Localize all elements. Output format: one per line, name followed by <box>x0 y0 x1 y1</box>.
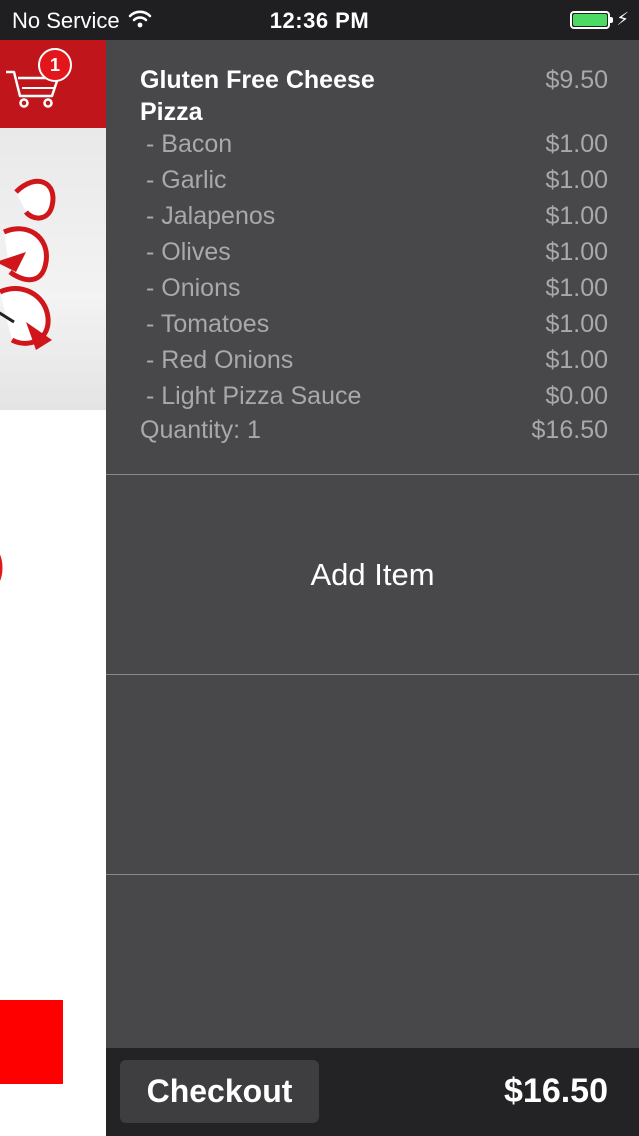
charging-bolt-icon: ⚡︎ <box>616 9 629 29</box>
option-row: - Bacon $1.00 <box>146 126 608 162</box>
status-right: ⚡︎ <box>570 9 629 30</box>
checkout-bar: Checkout $16.50 <box>106 1048 639 1136</box>
cart-item[interactable]: Gluten Free Cheese Pizza $9.50 - Bacon $… <box>106 40 639 475</box>
item-options-list: - Bacon $1.00 - Garlic $1.00 - Jalapenos… <box>146 126 608 414</box>
hero-banner <box>0 128 106 410</box>
option-row: - Red Onions $1.00 <box>146 342 608 378</box>
option-price: $1.00 <box>545 166 608 194</box>
status-bar: No Service 12:36 PM ⚡︎ <box>0 0 639 40</box>
add-item-button[interactable]: Add Item <box>106 475 639 675</box>
item-price: $9.50 <box>545 66 608 94</box>
option-price: $1.00 <box>545 310 608 338</box>
item-line-total: $16.50 <box>531 416 608 444</box>
option-price: $1.00 <box>545 202 608 230</box>
option-row: - Garlic $1.00 <box>146 162 608 198</box>
empty-cart-row <box>106 675 639 875</box>
option-label: - Light Pizza Sauce <box>146 382 362 410</box>
option-price: $0.00 <box>545 382 608 410</box>
option-row: - Olives $1.00 <box>146 234 608 270</box>
partial-red-button[interactable] <box>0 1000 63 1084</box>
clock: 12:36 PM <box>269 8 370 33</box>
option-price: $1.00 <box>545 274 608 302</box>
option-price: $1.00 <box>545 130 608 158</box>
quantity-label: Quantity: 1 <box>140 416 261 444</box>
item-name: Gluten Free Cheese Pizza <box>140 66 375 126</box>
option-row: - Tomatoes $1.00 <box>146 306 608 342</box>
option-row: - Light Pizza Sauce $0.00 <box>146 378 608 414</box>
cart-total: $16.50 <box>504 1072 608 1110</box>
checkout-button[interactable]: Checkout <box>120 1060 319 1123</box>
option-label: - Bacon <box>146 130 233 158</box>
quantity-row: Quantity: 1 $16.50 <box>140 416 608 445</box>
option-label: - Jalapenos <box>146 202 276 230</box>
option-price: $1.00 <box>545 238 608 266</box>
option-row: - Onions $1.00 <box>146 270 608 306</box>
cart-count-badge: 1 <box>38 48 72 82</box>
option-label: - Onions <box>146 274 241 302</box>
battery-icon <box>570 10 614 29</box>
battery-level <box>573 13 608 26</box>
chef-logo-icon <box>0 172 66 367</box>
option-label: - Tomatoes <box>146 310 270 338</box>
cart-panel: Gluten Free Cheese Pizza $9.50 - Bacon $… <box>106 40 639 1048</box>
option-label: - Red Onions <box>146 346 294 374</box>
option-label: - Garlic <box>146 166 227 194</box>
cart-header[interactable]: 1 <box>0 40 106 128</box>
background-app-panel[interactable]: 1 ) <box>0 40 106 1136</box>
option-row: - Jalapenos $1.00 <box>146 198 608 234</box>
partial-red-text: ) <box>0 540 5 590</box>
option-price: $1.00 <box>545 346 608 374</box>
option-label: - Olives <box>146 238 231 266</box>
